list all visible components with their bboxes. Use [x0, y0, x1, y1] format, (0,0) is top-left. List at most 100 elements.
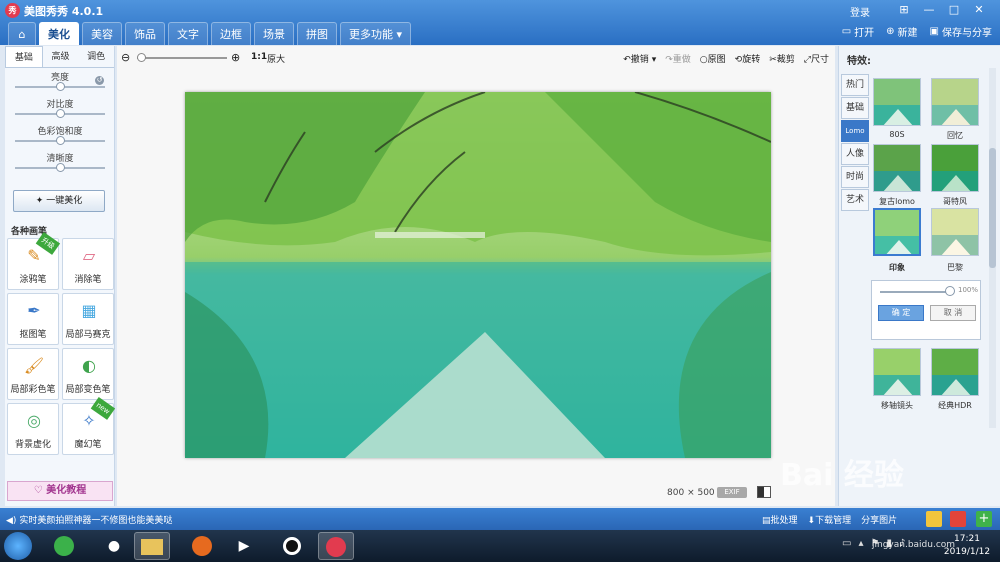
tab-beauty[interactable]: 美容 — [82, 22, 122, 45]
tab-accessories[interactable]: 饰品 — [125, 22, 165, 45]
eraser-icon: ▱ — [82, 246, 96, 265]
beautify-tutorial-button[interactable]: ♡ 美化教程 — [7, 481, 113, 501]
actual-size-button[interactable]: 1:1 — [251, 52, 267, 62]
doodle-brush-tool[interactable]: ✎ 升级 涂鸦笔 — [7, 231, 61, 290]
intensity-knob[interactable] — [945, 286, 955, 296]
intensity-track[interactable] — [880, 291, 950, 293]
taskbar-player-icon[interactable]: ▶ — [226, 532, 262, 560]
saturation-slider[interactable]: 色彩饱和度 — [5, 122, 114, 149]
category-hot[interactable]: 热门 — [841, 74, 869, 96]
category-fashion[interactable]: 时尚 — [841, 166, 869, 188]
taskbar-qq-icon[interactable]: ● — [96, 532, 132, 560]
eraser-tool[interactable]: ▱ 消除笔 — [62, 238, 114, 290]
slider-knob[interactable] — [56, 163, 65, 172]
slider-knob[interactable] — [56, 136, 65, 145]
redo-button[interactable]: ↷重做 — [665, 52, 691, 65]
share-image-button[interactable]: 分享图片 — [861, 513, 897, 526]
effect-thumb-memory[interactable] — [931, 78, 979, 126]
tab-beautify[interactable]: 美化 — [39, 22, 79, 45]
maximize-button[interactable]: □ — [945, 2, 963, 18]
weibo-icon[interactable] — [950, 511, 966, 527]
background-blur-tool[interactable]: ◎ 背景虚化 — [7, 403, 59, 455]
slider-knob[interactable] — [56, 109, 65, 118]
zoom-knob[interactable] — [137, 53, 146, 62]
taskbar-app-360-icon[interactable] — [46, 532, 82, 560]
category-art[interactable]: 艺术 — [841, 189, 869, 211]
start-button[interactable] — [4, 532, 32, 560]
cancel-button[interactable]: 取 消 — [930, 305, 976, 321]
category-portrait[interactable]: 人像 — [841, 143, 869, 165]
taskbar-firefox-icon[interactable] — [184, 532, 220, 560]
effects-scrollbar[interactable] — [989, 68, 996, 428]
arrow-icon[interactable]: ▴ — [858, 538, 863, 549]
download-manager-button[interactable]: ⬇下载管理 — [808, 513, 852, 526]
new-button[interactable]: ⊕ 新建 — [886, 24, 917, 39]
effect-thumb-classic-hdr[interactable] — [931, 348, 979, 396]
tab-scene[interactable]: 场景 — [254, 22, 294, 45]
adjust-subtabs: 基础 高级 调色 — [5, 46, 114, 68]
exif-button[interactable]: EXIF — [717, 487, 747, 498]
effect-thumb-gothic[interactable] — [931, 144, 979, 192]
zoom-track[interactable] — [137, 57, 227, 59]
effect-thumb-paris[interactable] — [931, 208, 979, 256]
close-button[interactable]: ✕ — [970, 2, 988, 18]
zoom-in-icon[interactable]: ⊕ — [231, 51, 240, 64]
taskbar-explorer-icon[interactable] — [134, 532, 170, 560]
effect-thumb-impression[interactable] — [873, 208, 921, 256]
main-nav: ⌂ 美化 美容 饰品 文字 边框 场景 拼图 更多功能 ▾ — [8, 22, 412, 45]
confirm-button[interactable]: 确 定 — [878, 305, 924, 321]
mosaic-tool[interactable]: ▦ 局部马赛克 — [62, 293, 114, 345]
scroll-thumb[interactable] — [989, 148, 996, 268]
subtab-tone[interactable]: 调色 — [78, 46, 114, 67]
subtab-advanced[interactable]: 高级 — [43, 46, 79, 67]
add-icon[interactable]: + — [976, 511, 992, 527]
brightness-slider[interactable]: 亮度 — [5, 68, 114, 95]
tab-more[interactable]: 更多功能 ▾ — [340, 22, 412, 45]
crop-button[interactable]: ✂裁剪 — [769, 52, 795, 65]
download-label: 下载管理 — [815, 516, 852, 526]
tab-text[interactable]: 文字 — [168, 22, 208, 45]
save-share-label: 保存与分享 — [942, 28, 992, 39]
rotate-button[interactable]: ⟲旋转 — [735, 52, 761, 65]
cutout-tool[interactable]: ✒ 抠图笔 — [7, 293, 59, 345]
home-icon[interactable]: ⌂ — [8, 22, 36, 45]
undo-label: 撤销 — [630, 55, 649, 65]
effect-thumb-80s[interactable] — [873, 78, 921, 126]
slider-knob[interactable] — [56, 82, 65, 91]
tab-frame[interactable]: 边框 — [211, 22, 251, 45]
pen-nib-icon: ✒ — [27, 301, 41, 320]
status-message[interactable]: ◀) 实时美颜拍照神器一不修图也能美美哒 — [6, 513, 172, 526]
tab-more-label: 更多功能 — [349, 28, 393, 41]
original-button[interactable]: ○原图 — [700, 52, 726, 65]
save-share-button[interactable]: ▣ 保存与分享 — [930, 24, 992, 39]
minimize-button[interactable]: — — [920, 2, 938, 18]
star-icon[interactable] — [926, 511, 942, 527]
image-height: 500 — [697, 488, 715, 498]
effect-thumb-retro-lomo[interactable] — [873, 144, 921, 192]
effects-title: 特效: — [847, 56, 871, 67]
zoom-out-icon[interactable]: ⊖ — [121, 51, 130, 64]
category-basic[interactable]: 基础 — [841, 97, 869, 119]
keyboard-icon[interactable]: ▭ — [842, 538, 851, 549]
sharpness-slider[interactable]: 清晰度 — [5, 149, 114, 176]
batch-button[interactable]: ▤批处理 — [762, 513, 798, 526]
magic-brush-tool[interactable]: ✧ new 魔幻笔 — [62, 396, 116, 455]
edited-photo[interactable] — [185, 92, 771, 458]
effect-thumb-tilt-shift[interactable] — [873, 348, 921, 396]
subtab-basic[interactable]: 基础 — [5, 46, 43, 67]
taskbar-meitu-icon[interactable] — [318, 532, 354, 560]
tab-collage[interactable]: 拼图 — [297, 22, 337, 45]
contrast-slider[interactable]: 对比度 — [5, 95, 114, 122]
recolor-brush-tool[interactable]: ◐ 局部变色笔 — [62, 348, 114, 400]
category-lomo[interactable]: Lomo — [841, 120, 869, 142]
skin-icon[interactable]: ⊞ — [895, 2, 913, 18]
open-button[interactable]: ▭ 打开 — [842, 24, 874, 39]
login-link[interactable]: 登录 — [850, 4, 870, 19]
resize-button[interactable]: ⤢尺寸 — [804, 52, 829, 65]
undo-button[interactable]: ↶撤销 ▾ — [623, 52, 656, 65]
compare-icon[interactable] — [757, 486, 771, 498]
original-size-button[interactable]: 原大 — [267, 52, 285, 65]
one-click-beautify-button[interactable]: ✦ 一键美化 — [13, 190, 105, 212]
color-brush-tool[interactable]: 🖌 局部彩色笔 — [7, 348, 59, 400]
taskbar-recorder-icon[interactable] — [274, 532, 310, 560]
